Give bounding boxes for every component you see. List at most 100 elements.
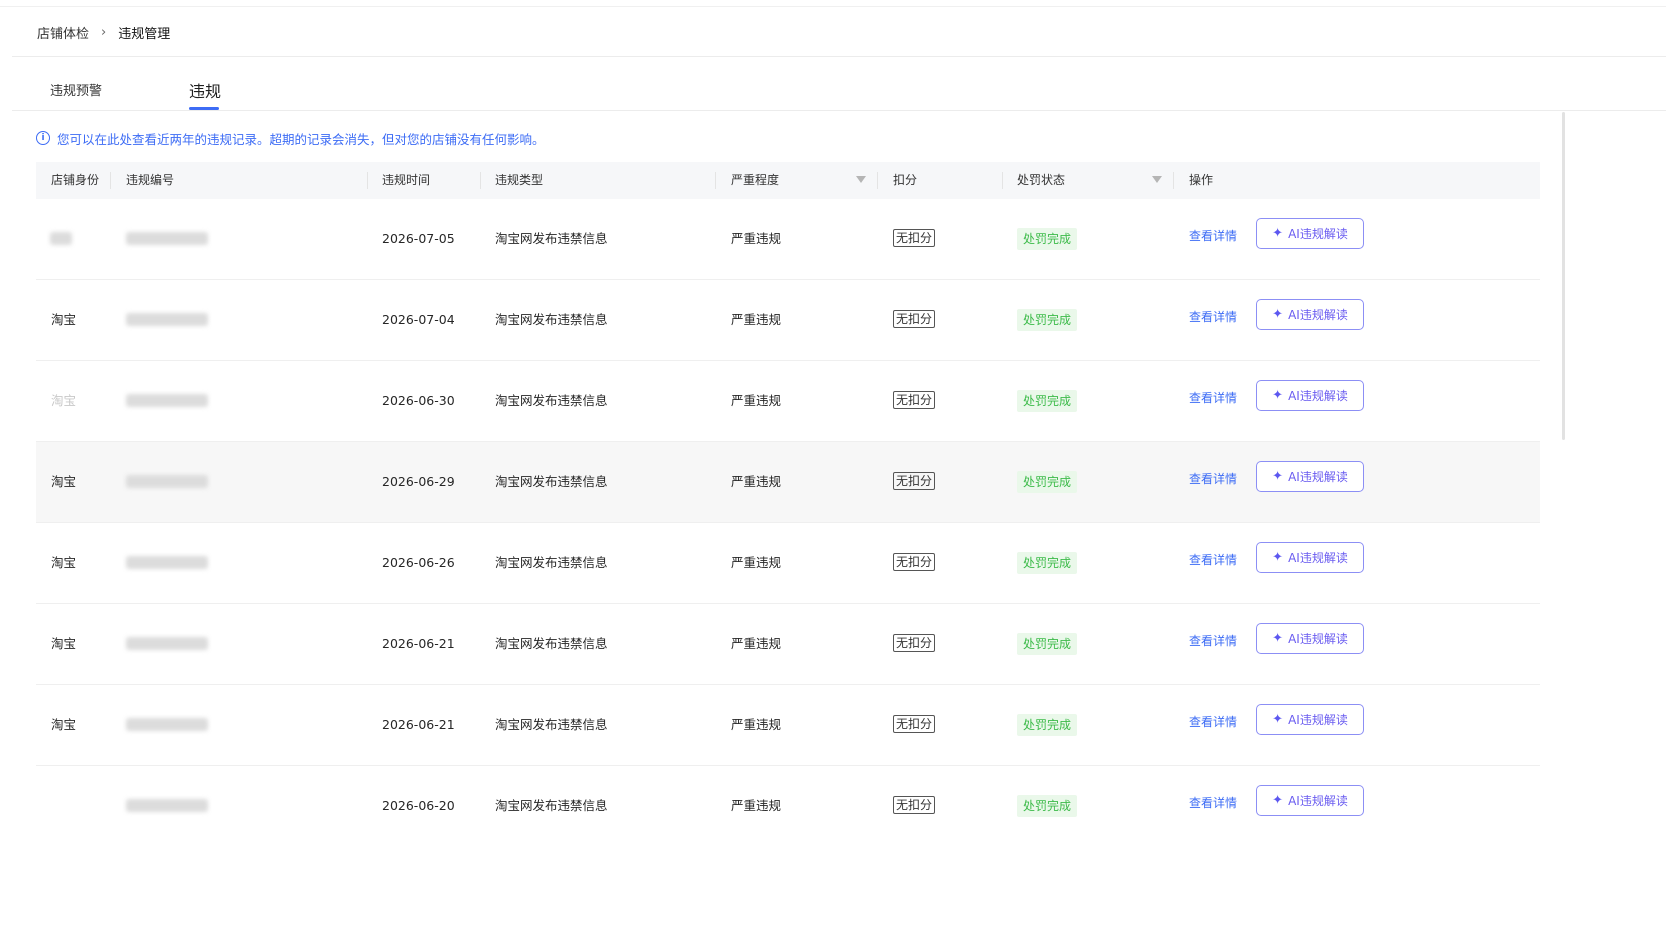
redacted-identity (50, 232, 72, 245)
deduct-badge: 无扣分 (893, 472, 936, 490)
notice-text: 您可以在此处查看近两年的违规记录。超期的记录会消失，但对您的店铺没有任何影响。 (57, 131, 545, 147)
redacted-id (126, 394, 208, 407)
violation-type: 淘宝网发布违禁信息 (495, 798, 608, 813)
violation-time: 2026-06-21 (382, 636, 455, 651)
severity: 严重违规 (731, 636, 782, 651)
column-divider (367, 172, 368, 189)
status-badge: 处罚完成 (1017, 795, 1078, 817)
sparkle-icon: ✦ (1272, 307, 1284, 322)
column-divider (877, 172, 878, 189)
view-detail-link[interactable]: 查看详情 (1189, 792, 1237, 814)
shop-identity: 淘宝 (51, 312, 77, 327)
deduct-badge: 无扣分 (893, 229, 936, 247)
shop-identity: 淘宝 (51, 636, 77, 651)
ai-interpret-label: AI违规解读 (1288, 470, 1348, 484)
deduct-badge: 无扣分 (893, 796, 936, 814)
ai-interpret-button[interactable]: ✦ AI违规解读 (1256, 623, 1364, 654)
vertical-scrollbar[interactable] (1562, 112, 1565, 440)
violation-time: 2026-06-21 (382, 717, 455, 732)
deduct-badge: 无扣分 (893, 391, 936, 409)
violation-time: 2026-06-26 (382, 555, 455, 570)
sparkle-icon: ✦ (1272, 226, 1284, 241)
breadcrumb-current: 违规管理 (118, 26, 171, 42)
redacted-id (126, 799, 208, 812)
violation-time: 2026-07-05 (382, 231, 455, 246)
status-badge: 处罚完成 (1017, 714, 1078, 736)
sparkle-icon: ✦ (1272, 631, 1284, 646)
severity: 严重违规 (731, 717, 782, 732)
shop-identity: 淘宝 (51, 555, 77, 570)
view-detail-link[interactable]: 查看详情 (1189, 468, 1237, 490)
column-divider (1173, 172, 1174, 189)
table-row: 淘宝 2026-06-26 淘宝网发布违禁信息 严重违规 无扣分 处罚完成 查看… (36, 523, 1540, 604)
status-badge: 处罚完成 (1017, 390, 1078, 412)
shop-identity: 淘宝 (51, 717, 77, 732)
view-detail-link[interactable]: 查看详情 (1189, 549, 1237, 571)
violation-time: 2026-06-29 (382, 474, 455, 489)
tab-violation-warning[interactable]: 违规预警 (50, 80, 102, 99)
view-detail-link[interactable]: 查看详情 (1189, 225, 1237, 247)
view-detail-link[interactable]: 查看详情 (1189, 387, 1237, 409)
violation-table: 店铺身份 违规编号 违规时间 违规类型 严重程度 扣分 处罚状态 操作 2026… (36, 162, 1540, 846)
redacted-id (126, 718, 208, 731)
col-header-severity: 严重程度 (731, 173, 780, 187)
redacted-id (126, 637, 208, 650)
violation-type: 淘宝网发布违禁信息 (495, 555, 608, 570)
tab-bar: 违规预警 违规 (12, 70, 1666, 111)
redacted-id (126, 313, 208, 326)
table-row: 淘宝 2026-06-21 淘宝网发布违禁信息 严重违规 无扣分 处罚完成 查看… (36, 685, 1540, 766)
deduct-badge: 无扣分 (893, 553, 936, 571)
breadcrumb-parent[interactable]: 店铺体检 (37, 23, 89, 42)
violation-time: 2026-06-20 (382, 798, 455, 813)
filter-icon[interactable] (856, 176, 866, 183)
ai-interpret-button[interactable]: ✦ AI违规解读 (1256, 380, 1364, 411)
ai-interpret-label: AI违规解读 (1288, 713, 1348, 727)
status-badge: 处罚完成 (1017, 228, 1078, 250)
violation-type: 淘宝网发布违禁信息 (495, 231, 608, 246)
column-divider (1002, 172, 1003, 189)
sparkle-icon: ✦ (1272, 469, 1284, 484)
status-badge: 处罚完成 (1017, 552, 1078, 574)
active-tab-indicator (189, 107, 219, 110)
severity: 严重违规 (731, 312, 782, 327)
violation-type: 淘宝网发布违禁信息 (495, 312, 608, 327)
ai-interpret-button[interactable]: ✦ AI违规解读 (1256, 542, 1364, 573)
view-detail-link[interactable]: 查看详情 (1189, 306, 1237, 328)
violation-type: 淘宝网发布违禁信息 (495, 393, 608, 408)
ai-interpret-button[interactable]: ✦ AI违规解读 (1256, 461, 1364, 492)
severity: 严重违规 (731, 393, 782, 408)
view-detail-link[interactable]: 查看详情 (1189, 630, 1237, 652)
shop-identity: 淘宝 (51, 474, 77, 489)
info-icon: i (36, 131, 50, 145)
ai-interpret-button[interactable]: ✦ AI违规解读 (1256, 704, 1364, 735)
severity: 严重违规 (731, 798, 782, 813)
ai-interpret-label: AI违规解读 (1288, 632, 1348, 646)
deduct-badge: 无扣分 (893, 715, 936, 733)
redacted-id (126, 556, 208, 569)
sparkle-icon: ✦ (1272, 793, 1284, 808)
status-badge: 处罚完成 (1017, 309, 1078, 331)
severity: 严重违规 (731, 231, 782, 246)
ai-interpret-button[interactable]: ✦ AI违规解读 (1256, 299, 1364, 330)
shop-identity: 淘宝 (51, 393, 77, 408)
filter-icon[interactable] (1152, 176, 1162, 183)
deduct-badge: 无扣分 (893, 634, 936, 652)
col-header-deduct: 扣分 (893, 173, 918, 187)
severity: 严重违规 (731, 474, 782, 489)
breadcrumb: 店铺体检 › 违规管理 (37, 22, 170, 42)
violation-type: 淘宝网发布违禁信息 (495, 636, 608, 651)
table-row: 淘宝 2026-07-04 淘宝网发布违禁信息 严重违规 无扣分 处罚完成 查看… (36, 280, 1540, 361)
violation-type: 淘宝网发布违禁信息 (495, 474, 608, 489)
violation-time: 2026-07-04 (382, 312, 455, 327)
ai-interpret-button[interactable]: ✦ AI违规解读 (1256, 218, 1364, 249)
table-row: 2026-06-20 淘宝网发布违禁信息 严重违规 无扣分 处罚完成 查看详情 … (36, 766, 1540, 846)
table-row: 淘宝 2026-06-30 淘宝网发布违禁信息 严重违规 无扣分 处罚完成 查看… (36, 361, 1540, 442)
col-header-id: 违规编号 (126, 173, 175, 187)
ai-interpret-button[interactable]: ✦ AI违规解读 (1256, 785, 1364, 816)
table-row: 2026-07-05 淘宝网发布违禁信息 严重违规 无扣分 处罚完成 查看详情 … (36, 199, 1540, 280)
col-header-identity: 店铺身份 (51, 173, 100, 187)
redacted-id (126, 232, 208, 245)
view-detail-link[interactable]: 查看详情 (1189, 711, 1237, 733)
tab-violation[interactable]: 违规 (189, 78, 221, 102)
col-header-status: 处罚状态 (1017, 173, 1066, 187)
